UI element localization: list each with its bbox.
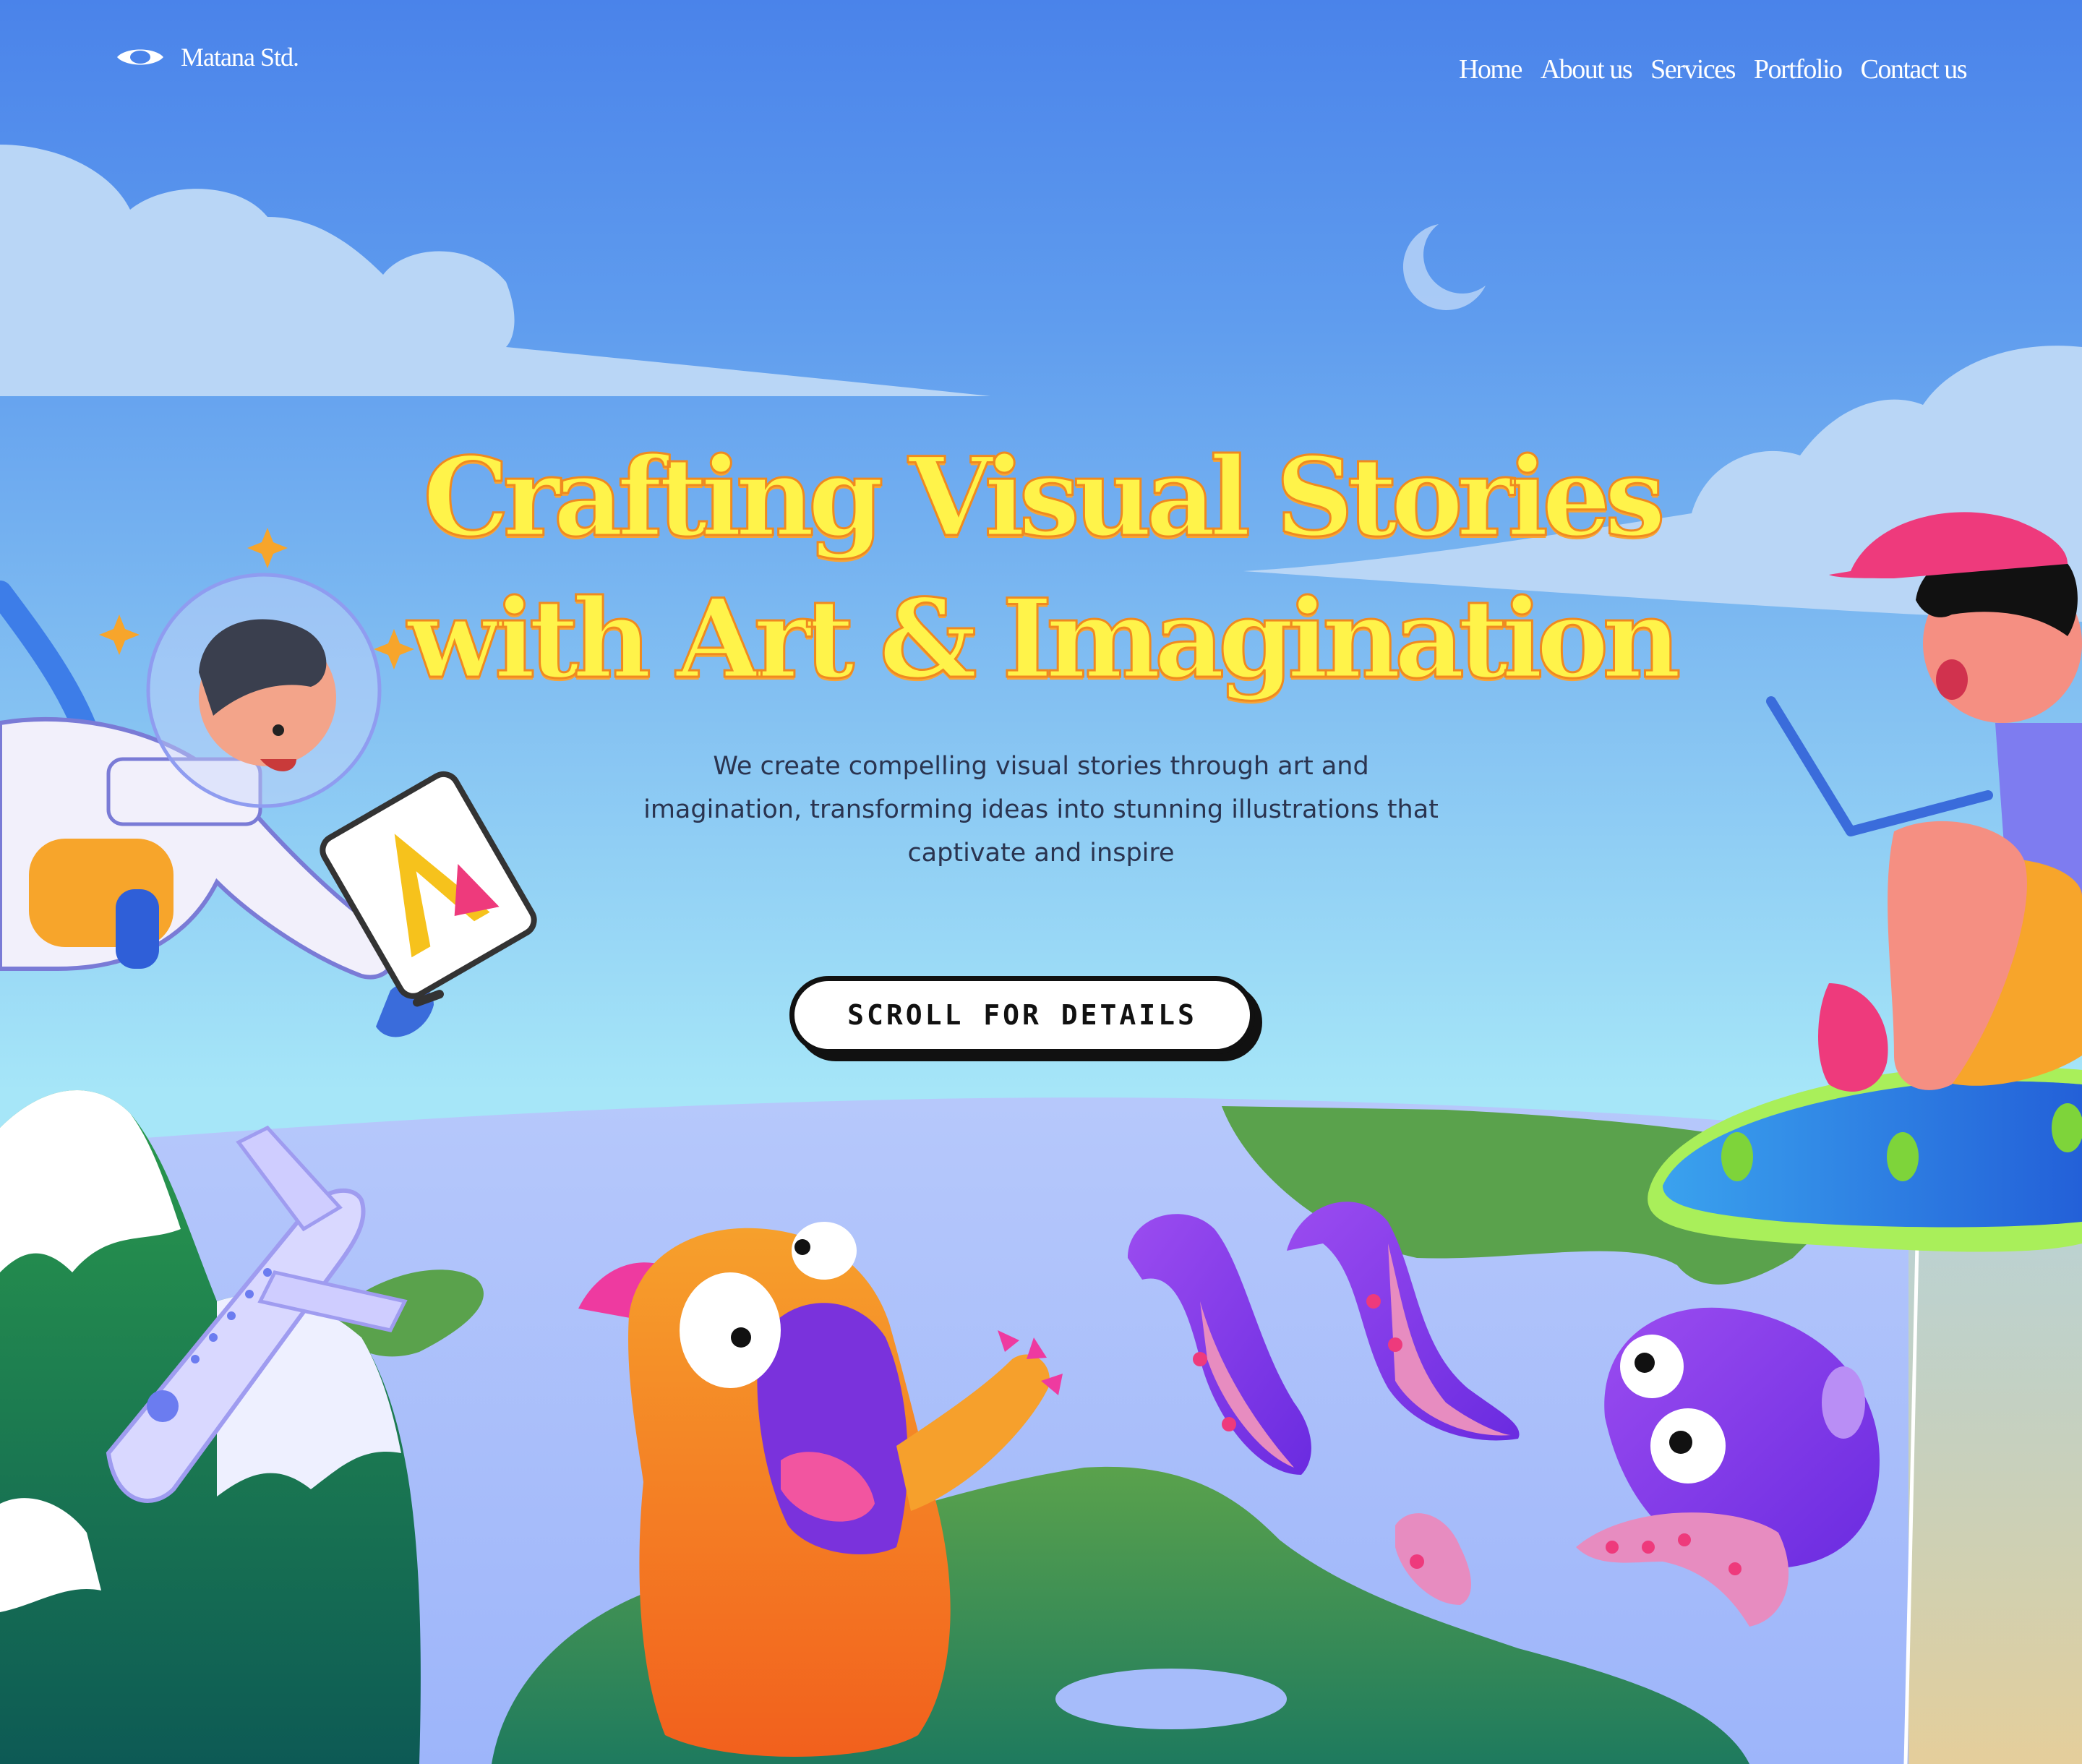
nav-link-services[interactable]: Services [1650, 53, 1736, 85]
top-nav: Matana Std. Home About us Services Portf… [116, 36, 1968, 101]
hero-headline: Crafting Visual Stories with Art & Imagi… [0, 427, 2082, 710]
nav-link-home[interactable]: Home [1459, 53, 1522, 85]
cloud-icon [0, 145, 990, 396]
brand-name: Matana Std. [181, 43, 299, 72]
nav-links: Home About us Services Portfolio Contact… [1459, 53, 1968, 85]
nav-link-portfolio[interactable]: Portfolio [1754, 53, 1843, 85]
nav-link-contact[interactable]: Contact us [1861, 53, 1968, 85]
hero-illustration [0, 145, 2082, 1764]
nav-link-about[interactable]: About us [1541, 53, 1633, 85]
hero-headline-line-1: Crafting Visual Stories [422, 433, 1667, 562]
hero-subtitle: We create compelling visual stories thro… [643, 752, 1439, 868]
landing-page: Matana Std. Home About us Services Portf… [0, 0, 2082, 1764]
eye-logo-icon [117, 49, 163, 65]
hero-headline-line-2: with Art & Imagination [406, 575, 1682, 704]
moon-icon [1402, 224, 1486, 310]
scroll-for-details-button[interactable]: SCROLL FOR DETAILS [789, 976, 1255, 1054]
brand[interactable]: Matana Std. [116, 42, 299, 72]
